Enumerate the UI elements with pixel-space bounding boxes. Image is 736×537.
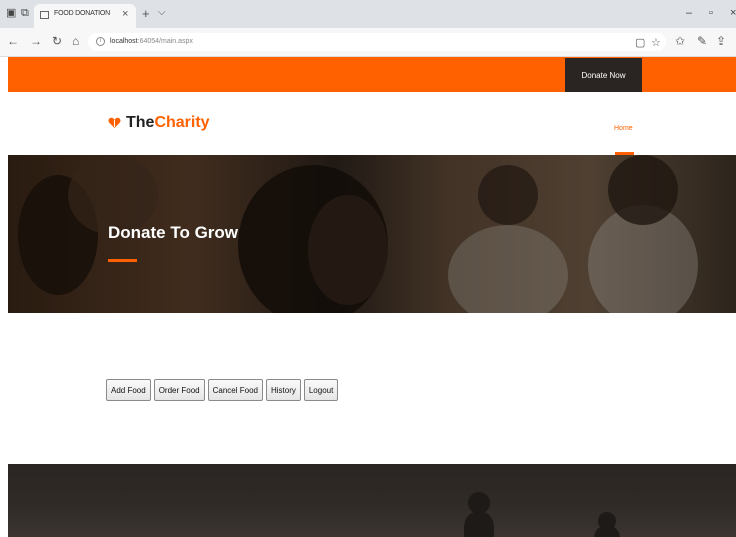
page-icon	[40, 11, 49, 19]
hero-title: Donate To Grow	[108, 223, 239, 242]
logo-text-charity: Charity	[154, 114, 210, 131]
site-logo[interactable]: The Charity	[108, 114, 210, 132]
forward-arrow-icon[interactable]: →	[30, 34, 42, 48]
refresh-icon[interactable]: ↻	[52, 34, 62, 48]
chevron-down-icon[interactable]: ⌵	[158, 7, 166, 18]
logout-button[interactable]: Logout	[303, 379, 339, 401]
browser-tab-bar: ▣ ⧉ FOOD DONATION × + ⌵ – ▫ ×	[0, 0, 736, 28]
favorites-icon[interactable]: ✩	[675, 34, 685, 48]
hero-title-underline	[108, 259, 137, 262]
donate-now-button[interactable]: Donate Now	[565, 58, 642, 92]
footer-banner-image	[8, 464, 736, 537]
back-arrow-icon[interactable]: ←	[7, 34, 19, 48]
info-icon[interactable]: i	[96, 37, 105, 46]
tab-groups-icon[interactable]: ⧉	[21, 7, 33, 19]
favorite-star-icon[interactable]: ☆	[651, 36, 661, 49]
close-window-icon[interactable]: ×	[730, 7, 736, 19]
share-icon[interactable]: ⇪	[716, 34, 726, 48]
cancel-food-button[interactable]: Cancel Food	[207, 379, 263, 401]
heart-hands-icon	[108, 117, 121, 128]
url-text: localhost:64054/main.aspx	[110, 38, 193, 45]
browser-address-bar: ← → ↻ ⌂ i localhost:64054/main.aspx ▢ ☆ …	[0, 28, 736, 57]
logo-text-the: The	[126, 114, 155, 131]
new-tab-icon[interactable]: +	[142, 6, 150, 21]
tab-actions-icon[interactable]: ▣	[6, 7, 18, 19]
add-food-button[interactable]: Add Food	[106, 379, 151, 401]
nav-home-link[interactable]: Home	[614, 125, 633, 132]
reader-view-icon[interactable]: ▢	[635, 36, 645, 49]
url-input[interactable]: i localhost:64054/main.aspx ▢ ☆	[88, 33, 666, 51]
home-icon[interactable]: ⌂	[72, 34, 79, 48]
close-tab-icon[interactable]: ×	[122, 8, 128, 20]
browser-tab-active[interactable]: FOOD DONATION ×	[34, 4, 136, 28]
history-button[interactable]: History	[265, 379, 301, 401]
tab-title: FOOD DONATION	[54, 10, 110, 17]
minimize-icon[interactable]: –	[686, 7, 692, 19]
action-button-row: Add Food Order Food Cancel Food History …	[106, 379, 339, 401]
restore-icon[interactable]: ▫	[709, 7, 713, 19]
order-food-button[interactable]: Order Food	[153, 379, 205, 401]
pen-icon[interactable]: ✎	[697, 34, 707, 48]
